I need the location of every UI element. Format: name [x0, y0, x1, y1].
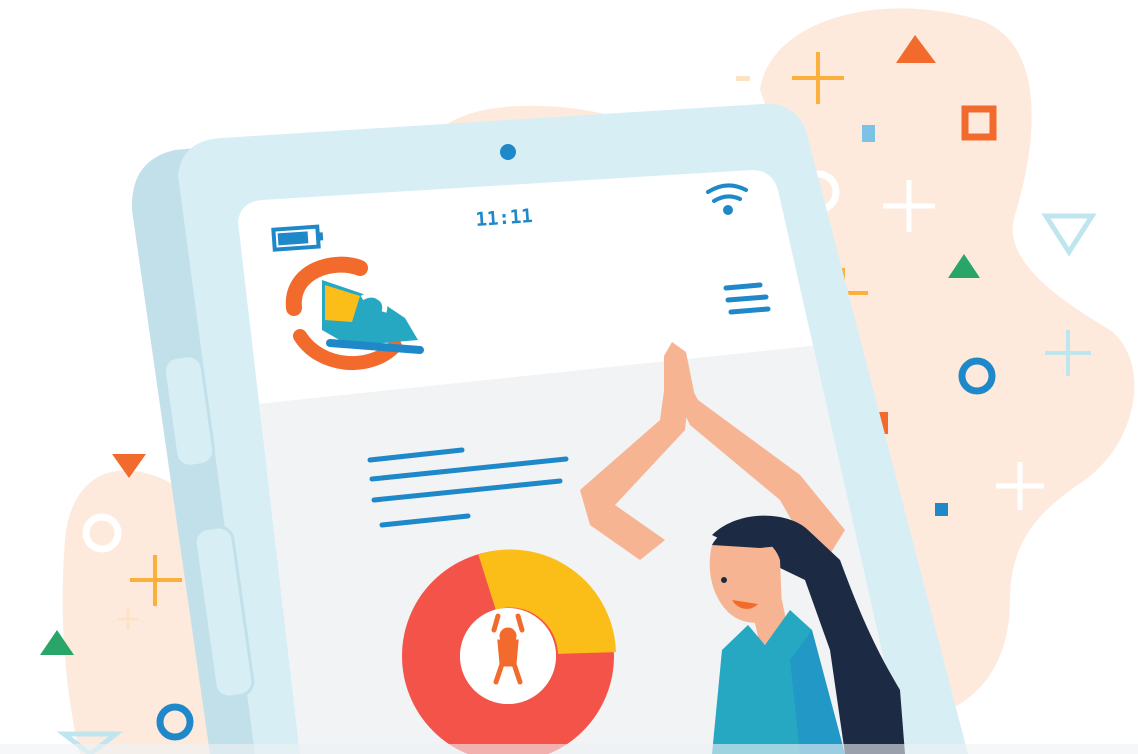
small-square-icon — [935, 503, 948, 516]
dash-icon — [736, 76, 750, 81]
progress-donut — [402, 549, 616, 754]
small-square-icon — [862, 125, 875, 142]
triangle-down-outline-icon — [1041, 213, 1097, 257]
status-time: 11:11 — [475, 205, 534, 231]
phone-camera — [500, 144, 516, 160]
fitness-app-illustration: 11:11 — [0, 8, 1138, 754]
bottom-shade — [0, 744, 1138, 754]
woman-eye — [721, 577, 727, 583]
